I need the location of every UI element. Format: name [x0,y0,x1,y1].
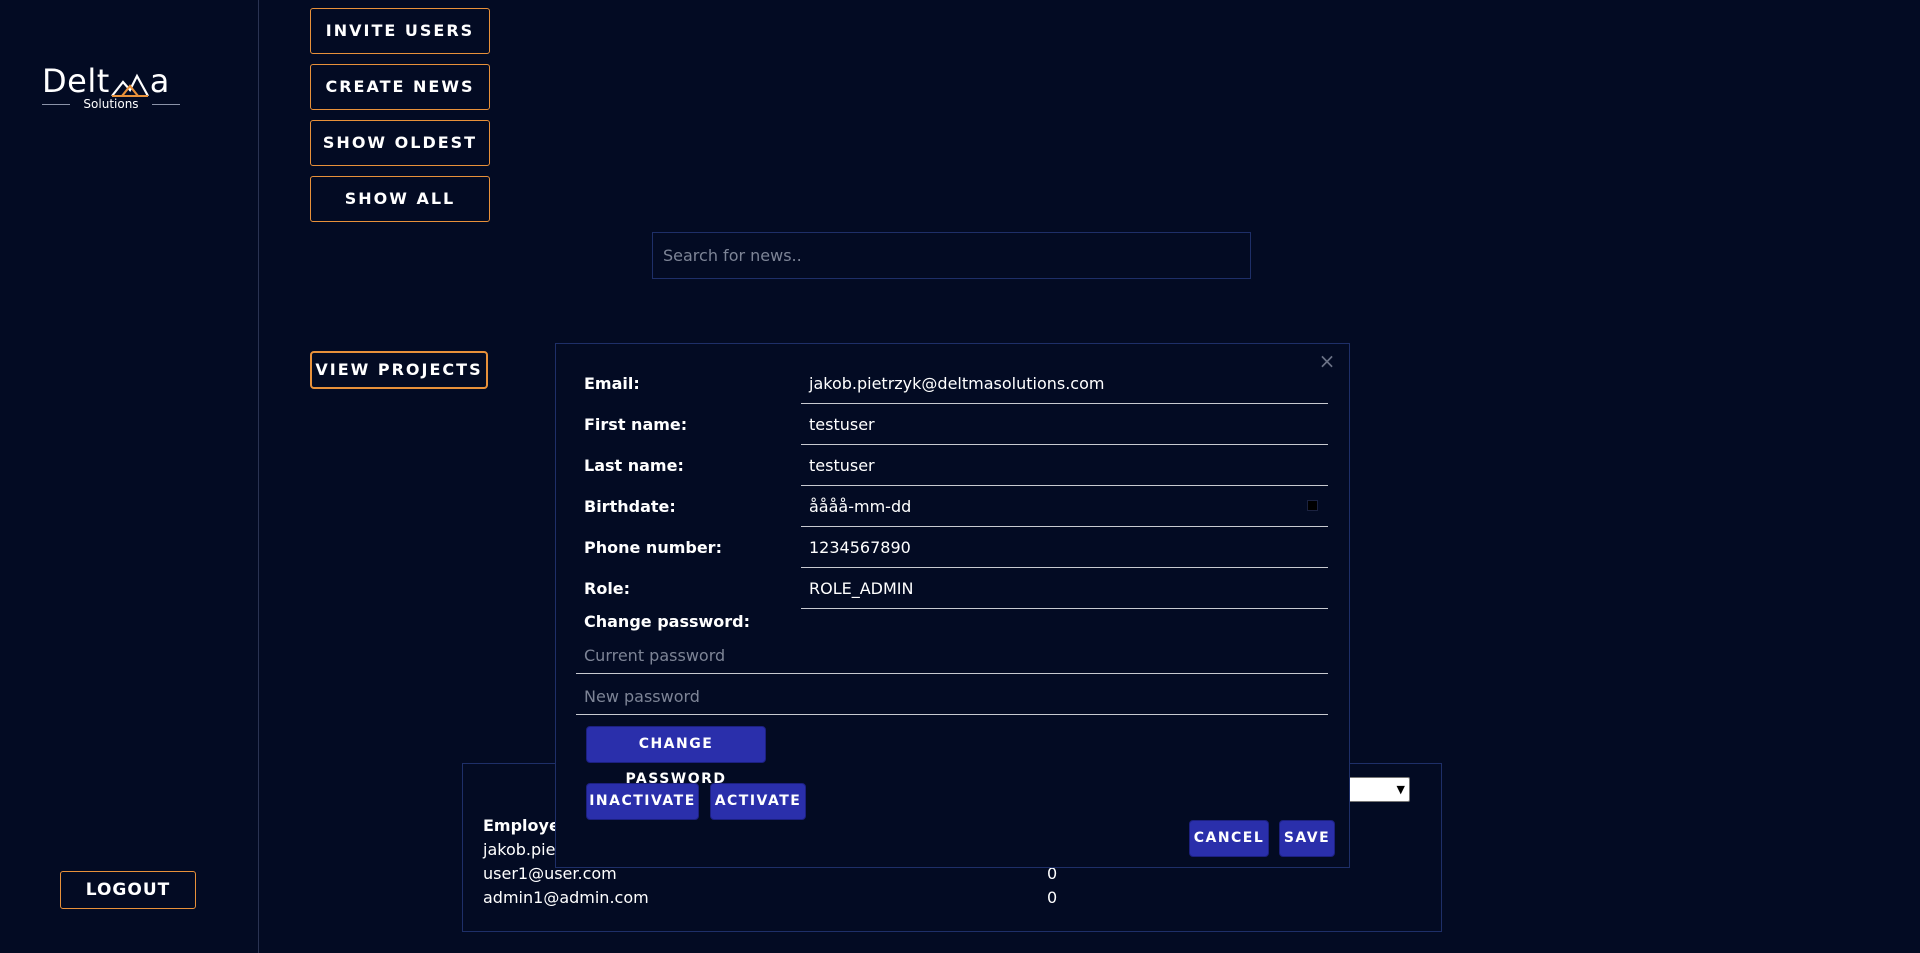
deltma-logo: Delt a Solutions [42,64,184,110]
chevron-down-icon: ▼ [1396,783,1405,796]
table-cell-value: 0 [1047,888,1058,907]
role-field[interactable]: ROLE_ADMIN [801,575,1328,609]
birthdate-value: åååå-mm-dd [809,497,912,516]
email-field[interactable]: jakob.pietrzyk@deltmasolutions.com [801,370,1328,404]
table-cell-email: admin1@admin.com [483,888,649,907]
first-name-field[interactable]: testuser [801,411,1328,445]
sidebar: Delt a Solutions LOGOUT [0,0,259,953]
save-button[interactable]: SAVE [1279,820,1335,857]
logout-button[interactable]: LOGOUT [60,871,196,909]
mountain-icon [110,73,149,97]
first-name-label: First name: [584,415,688,434]
news-search-input[interactable] [652,232,1251,279]
current-password-input[interactable] [576,638,1328,674]
create-news-button[interactable]: CREATE NEWS [310,64,490,110]
change-password-label: Change password: [584,612,751,631]
email-label: Email: [584,374,640,393]
calendar-icon[interactable] [1307,500,1318,511]
last-name-label: Last name: [584,456,684,475]
filter-select[interactable]: ▼ [1343,777,1410,802]
role-label: Role: [584,579,631,598]
cancel-button[interactable]: CANCEL [1189,820,1269,857]
table-cell-email: jakob.piet [483,840,562,859]
birthdate-label: Birthdate: [584,497,676,516]
change-password-button[interactable]: CHANGE PASSWORD [586,726,766,787]
view-projects-button[interactable]: VIEW PROJECTS [310,351,488,389]
activate-button[interactable]: ACTIVATE [710,783,806,820]
birthdate-field[interactable]: åååå-mm-dd [801,493,1328,527]
new-password-input[interactable] [576,679,1328,715]
close-icon[interactable]: × [1318,351,1336,371]
logo-wordmark: Delt a [42,64,170,98]
show-all-button[interactable]: SHOW ALL [310,176,490,222]
show-oldest-button[interactable]: SHOW OLDEST [310,120,490,166]
logo-text-right: a [149,62,170,100]
phone-number-label: Phone number: [584,538,722,557]
inactivate-button[interactable]: INACTIVATE [586,783,699,820]
invite-users-button[interactable]: INVITE USERS [310,8,490,54]
phone-number-field[interactable]: 1234567890 [801,534,1328,568]
last-name-field[interactable]: testuser [801,452,1328,486]
logo-text-left: Delt [42,62,110,100]
logo-subtitle: Solutions [42,98,180,110]
